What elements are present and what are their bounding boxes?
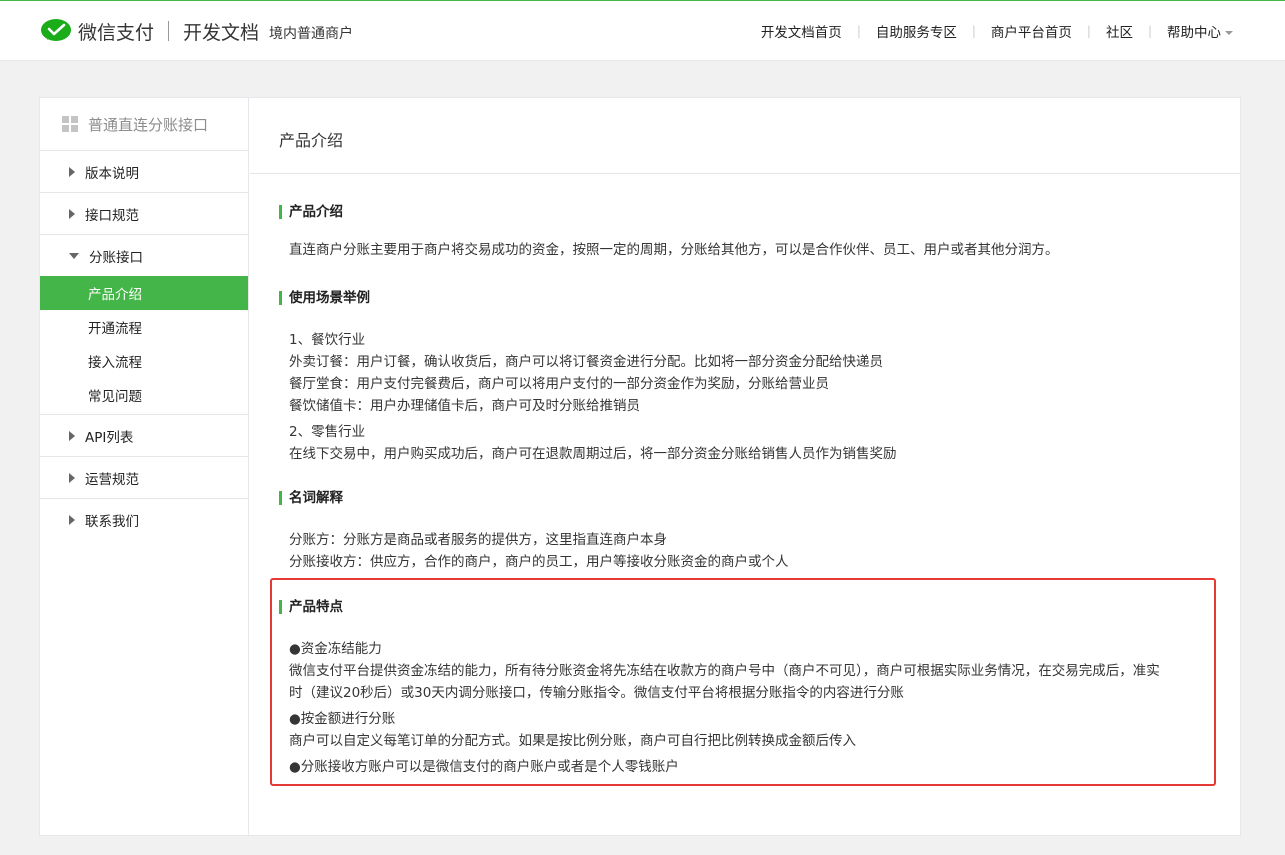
- brand[interactable]: 微信支付 开发文档 境内普通商户: [40, 16, 353, 46]
- section-glossary: 名词解释 分账方：分账方是商品或者服务的提供方，这里指直连商户本身 分账接收方：…: [279, 491, 1214, 573]
- section-text: 分账接收方：供应方，合作的商户，商户的员工，用户等接收分账资金的商户或个人: [289, 554, 789, 570]
- section-text: 餐厅堂食：用户支付完餐费后，商户可以将用户支付的一部分资金作为奖励，分账给营业员: [289, 376, 829, 392]
- caret-right-icon: [69, 514, 75, 525]
- nav-dev-docs-home[interactable]: 开发文档首页: [761, 21, 842, 41]
- section-heading: 名词解释: [279, 491, 1214, 505]
- section-heading: 产品介绍: [279, 205, 1214, 219]
- nav-separator: |: [856, 24, 861, 38]
- sidebar-item-contact-us[interactable]: 联系我们: [40, 499, 248, 540]
- sidebar-item-label: 分账接口: [89, 249, 143, 266]
- wechat-pay-logo-icon: [40, 18, 72, 44]
- nav-separator: |: [1086, 24, 1091, 38]
- sidebar-item-label: API列表: [85, 429, 134, 446]
- nav-separator: |: [971, 24, 976, 38]
- section-product-intro: 产品介绍 直连商户分账主要用于商户将交易成功的资金，按照一定的周期，分账给其他方…: [279, 205, 1214, 261]
- caret-right-icon: [69, 430, 75, 441]
- menu-group-version: 版本说明: [40, 151, 248, 193]
- sidebar-item-label: 联系我们: [85, 513, 139, 530]
- submenu: 产品介绍 开通流程 接入流程 常见问题: [40, 276, 248, 414]
- brand-divider: [168, 21, 170, 41]
- sidebar: 普通直连分账接口 版本说明 接口规范 分账接口 产品介绍 开通流程 接入流程 常…: [40, 98, 249, 835]
- doc-title: 开发文档: [183, 21, 260, 44]
- nav-help-center[interactable]: 帮助中心: [1167, 21, 1233, 41]
- page-title: 产品介绍: [250, 98, 1240, 174]
- sidebar-title-label: 普通直连分账接口: [88, 115, 209, 134]
- caret-right-icon: [69, 472, 75, 483]
- nav-community[interactable]: 社区: [1106, 21, 1133, 41]
- menu-group-contact: 联系我们: [40, 499, 248, 540]
- sidebar-item-label: 版本说明: [85, 165, 139, 182]
- menu-group-profit-sharing: 分账接口 产品介绍 开通流程 接入流程 常见问题: [40, 235, 248, 415]
- nav-merchant-platform-home[interactable]: 商户平台首页: [991, 21, 1072, 41]
- top-nav: 开发文档首页 | 自助服务专区 | 商户平台首页 | 社区 | 帮助中心: [761, 21, 1233, 41]
- menu-group-api-list: API列表: [40, 415, 248, 457]
- sidebar-subitem-product-intro[interactable]: 产品介绍: [40, 276, 248, 310]
- section-text: 2、零售行业: [289, 424, 366, 440]
- section-text: 分账方：分账方是商品或者服务的提供方，这里指直连商户本身: [289, 532, 667, 548]
- sidebar-subitem-integration-flow[interactable]: 接入流程: [40, 344, 248, 378]
- section-text: 在线下交易中，用户购买成功后，商户可在退款周期过后，将一部分资金分账给销售人员作…: [289, 446, 897, 462]
- sidebar-item-version-notes[interactable]: 版本说明: [40, 151, 248, 192]
- sidebar-item-profit-sharing-api[interactable]: 分账接口: [40, 235, 248, 276]
- sidebar-item-interface-spec[interactable]: 接口规范: [40, 193, 248, 234]
- caret-right-icon: [69, 208, 75, 219]
- caret-down-icon: [69, 252, 79, 259]
- sidebar-item-label: 接口规范: [85, 207, 139, 224]
- section-text: 直连商户分账主要用于商户将交易成功的资金，按照一定的周期，分账给其他方，可以是合…: [289, 242, 1059, 258]
- menu-group-operation: 运营规范: [40, 457, 248, 499]
- grid-icon: [62, 116, 78, 132]
- section-text: 1、餐饮行业: [289, 332, 366, 348]
- section-text: 外卖订餐：用户订餐，确认收货后，商户可以将订餐资金进行分配。比如将一部分资金分配…: [289, 354, 883, 370]
- sidebar-item-api-list[interactable]: API列表: [40, 415, 248, 456]
- nav-self-service[interactable]: 自助服务专区: [876, 21, 957, 41]
- caret-right-icon: [69, 166, 75, 177]
- sidebar-subitem-faq[interactable]: 常见问题: [40, 378, 248, 412]
- section-heading: 使用场景举例: [279, 291, 1214, 305]
- brand-name: 微信支付: [78, 21, 155, 44]
- sidebar-item-operation-rules[interactable]: 运营规范: [40, 457, 248, 498]
- top-bar: 微信支付 开发文档 境内普通商户 开发文档首页 | 自助服务专区 | 商户平台首…: [0, 0, 1285, 61]
- main-content: 产品介绍 产品介绍 直连商户分账主要用于商户将交易成功的资金，按照一定的周期，分…: [250, 98, 1240, 775]
- sidebar-item-label: 运营规范: [85, 471, 139, 488]
- section-use-cases: 使用场景举例 1、餐饮行业 外卖订餐：用户订餐，确认收货后，商户可以将订餐资金进…: [279, 291, 1214, 465]
- section-text: 餐饮储值卡：用户办理储值卡后，商户可及时分账给推销员: [289, 398, 640, 414]
- highlight-annotation-box: [270, 578, 1216, 786]
- nav-separator: |: [1147, 24, 1152, 38]
- sidebar-title: 普通直连分账接口: [40, 98, 248, 151]
- chevron-down-icon: [1225, 31, 1233, 35]
- menu-group-spec: 接口规范: [40, 193, 248, 235]
- nav-help-center-label: 帮助中心: [1167, 25, 1221, 41]
- doc-subtitle: 境内普通商户: [269, 26, 354, 42]
- sidebar-subitem-activation-flow[interactable]: 开通流程: [40, 310, 248, 344]
